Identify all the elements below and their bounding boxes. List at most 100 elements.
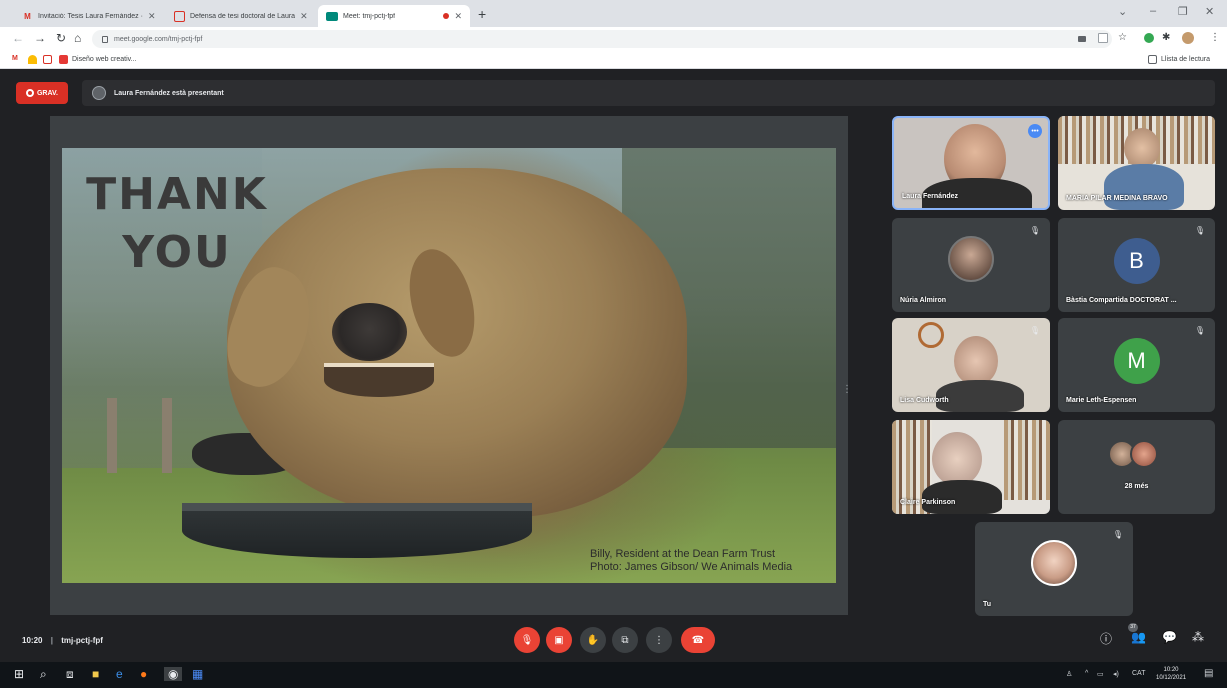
tab-title: Meet: tmj-pctj-fpf [343,12,396,20]
bookmark-item[interactable]: Diseño web creativ... [59,55,136,64]
file-explorer-icon[interactable]: ■ [92,667,99,681]
participant-name: Claire Parkinson [900,499,956,506]
more-options-button[interactable]: ⋮ [646,627,672,653]
chrome-icon[interactable]: ◉ [164,667,183,681]
puzzle-icon[interactable]: ✱ [1162,32,1170,43]
firefox-icon[interactable]: ● [140,667,147,681]
participant-video [932,432,982,486]
people-icon[interactable]: 👥 [1131,630,1146,644]
participant-tile[interactable]: 🎙 M Marie Leth-Espensen [1058,318,1215,412]
more-options-icon[interactable]: ••• [1028,124,1042,138]
fence-post [107,398,117,473]
raise-hand-button[interactable]: ✋ [580,627,606,653]
fence-post [162,398,172,473]
participant-tile[interactable]: 🎙 Lisa Cudworth [892,318,1050,412]
meeting-info: 10:20 | tmj-pctj-fpf [22,636,103,645]
forward-icon[interactable]: → [34,31,46,45]
minimize-icon[interactable]: – [1150,5,1156,17]
back-icon[interactable]: ← [12,31,24,45]
bookmark-favicon-icon [59,55,68,64]
participant-name: Tu [983,601,992,608]
participant-tile[interactable]: ••• Laura Fernández [892,116,1050,210]
notifications-icon[interactable]: ▤ [1204,668,1213,679]
tab-gmail[interactable]: M Invitació: Tesis Laura Fernández · ✕ [14,5,164,27]
self-tile[interactable]: 🎙 Tu [975,522,1133,616]
slide-heading: THANK YOU [86,169,268,278]
bookmarks-bar: M Diseño web creativ... Llista de lectur… [0,51,1227,69]
windows-start-icon[interactable]: ⊞ [14,667,24,681]
gmail-icon: M [24,11,31,21]
language-indicator[interactable]: CAT [1132,670,1145,677]
participant-name: Laura Fernández [902,193,959,200]
participant-name: Núria Almiron [900,297,947,304]
close-icon[interactable]: ✕ [300,11,308,22]
volume-icon[interactable]: ◂) [1113,670,1119,678]
meeting-time: 10:20 [22,636,43,645]
mic-off-icon: 🎙 [1029,326,1040,335]
tab-calendar[interactable]: Defensa de tesi doctoral de Laura ✕ [166,5,316,27]
reload-icon[interactable]: ↻ [56,31,66,45]
feeding-trough [182,503,532,558]
participant-tile[interactable]: 🎙 Núria Almiron [892,218,1050,312]
presenter-avatar [92,86,106,100]
participant-name: Lisa Cudworth [900,397,949,404]
meeting-details-icon[interactable]: ⓘ [1100,630,1112,647]
edge-icon[interactable]: e [116,667,123,681]
chat-icon[interactable]: 💬 [1162,630,1177,644]
clock[interactable]: 10:20 10/12/2021 [1156,666,1186,682]
tab-strip: M Invitació: Tesis Laura Fernández · ✕ D… [0,0,1227,27]
chevron-up-icon[interactable]: ^ [1085,670,1088,677]
browser-toolbar: ← → ↻ ⌂ meet.google.com/tmj-pctj-fpf ☆ ✱… [0,27,1227,51]
camera-icon[interactable] [1078,36,1086,42]
camera-toggle-button[interactable]: ▣ [546,627,572,653]
avatar [948,236,994,283]
reading-list-button[interactable]: Llista de lectura [1148,55,1210,64]
extension-icon[interactable] [1144,33,1154,43]
gmail-icon[interactable]: M [12,55,18,62]
tab-meet[interactable]: Meet: tmj-pctj-fpf ✕ [318,5,470,27]
record-icon [25,89,34,97]
calendar-icon[interactable] [43,55,52,64]
address-bar[interactable]: meet.google.com/tmj-pctj-fpf [92,30,1112,48]
present-button[interactable]: ⧉ [612,627,638,653]
star-icon[interactable]: ☆ [1118,32,1127,43]
translate-icon[interactable] [1098,33,1108,43]
close-icon[interactable]: ✕ [454,11,462,22]
reading-list-icon [1148,55,1157,64]
hang-up-icon: ☎ [691,634,705,646]
menu-icon[interactable]: ⋮ [1210,32,1220,43]
presentation-stage: THANK YOU Billy, Resident at the Dean Fa… [50,116,852,615]
recording-badge[interactable]: GRAV. [16,82,68,104]
maximize-icon[interactable]: ❐ [1178,5,1188,18]
search-icon[interactable]: ⌕ [40,667,47,682]
new-tab-button[interactable]: + [478,6,486,22]
present-screen-icon: ⧉ [621,634,629,646]
participant-video [1124,128,1160,168]
camera-off-icon: ▣ [554,634,564,646]
more-participants-tile[interactable]: 28 més [1058,420,1215,514]
leave-call-button[interactable]: ☎ [681,627,715,653]
url-text: meet.google.com/tmj-pctj-fpf [114,35,203,43]
drive-icon[interactable] [28,55,37,64]
home-icon[interactable]: ⌂ [74,31,81,45]
participant-tile[interactable]: MARIA PILAR MEDINA BRAVO [1058,116,1215,210]
tab-search-icon[interactable]: ⌄ [1118,5,1127,18]
activities-icon[interactable]: ⁂ [1192,630,1204,644]
avatar[interactable] [1182,32,1194,44]
mic-toggle-button[interactable]: 🎙 [514,627,540,653]
user-icon[interactable]: ♙ [1066,670,1072,678]
drag-handle-icon[interactable]: ⋮ [842,384,852,395]
close-icon[interactable]: ✕ [148,11,156,22]
app-icon[interactable]: ▦ [192,667,203,681]
task-view-icon[interactable]: ⧈ [66,667,74,682]
pig-mouth [324,363,434,397]
meet-area: GRAV. Laura Fernández està presentant TH… [0,70,1227,662]
avatar: M [1113,338,1160,385]
more-vert-icon: ⋮ [654,634,664,646]
avatar [1031,540,1077,587]
close-window-icon[interactable]: ✕ [1205,5,1214,18]
participant-tile[interactable]: Claire Parkinson [892,420,1050,514]
participant-name: Marie Leth-Espensen [1066,397,1137,404]
participant-tile[interactable]: 🎙 B Bàstia Compartida DOCTORAT ... [1058,218,1215,312]
network-icon[interactable]: ▭ [1097,670,1104,678]
